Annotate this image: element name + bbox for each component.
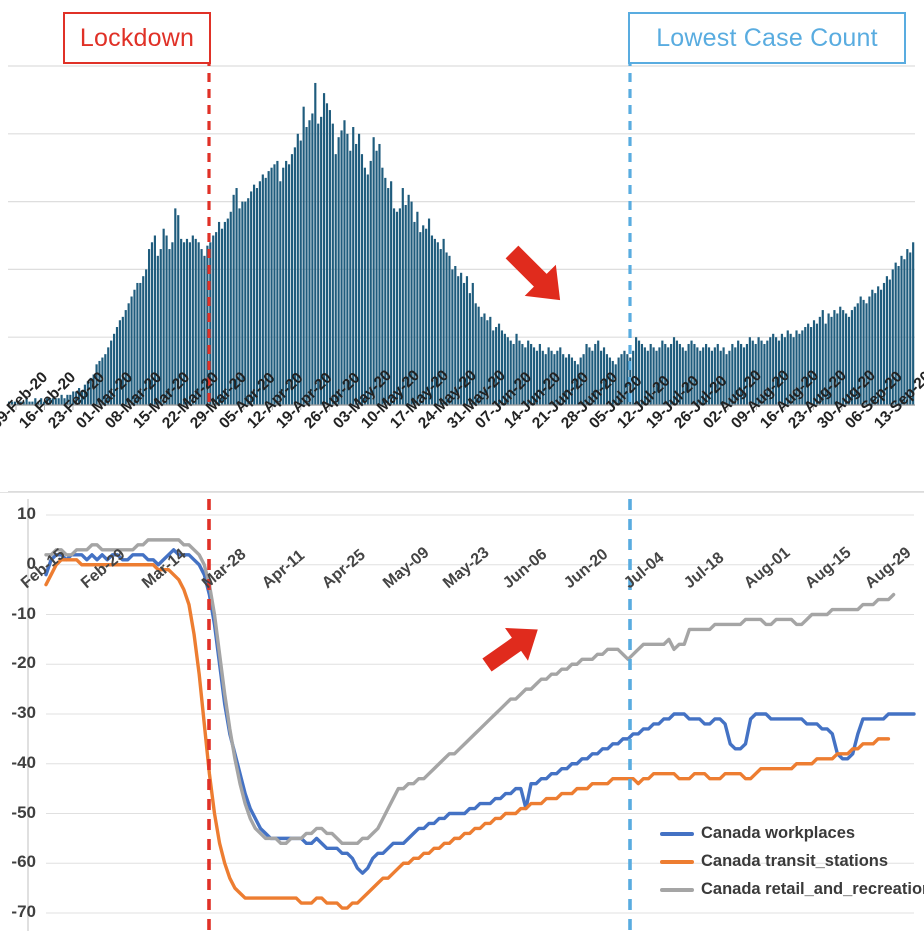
bar: [325, 103, 329, 405]
x-axis-label: May-23: [439, 543, 493, 592]
bar: [293, 147, 296, 406]
x-axis-label: Aug-29: [861, 543, 915, 592]
legend-color-swatch: [660, 887, 694, 892]
legend-color-swatch: [660, 859, 694, 864]
bar: [279, 181, 282, 405]
bar: [392, 208, 396, 405]
x-axis-label: Feb-15: [18, 545, 69, 592]
arrow-shape: [505, 245, 561, 301]
bar: [375, 150, 378, 405]
bar: [401, 188, 404, 405]
bar: [352, 127, 355, 406]
callout-lowest-case-count-label: Lowest Case Count: [656, 23, 878, 52]
bar: [255, 188, 259, 405]
decline-arrow-icon: [505, 245, 561, 301]
x-axis-label: Jun-06: [500, 545, 551, 592]
bar: [378, 143, 381, 405]
bar: [223, 221, 226, 405]
bar: [372, 137, 375, 405]
bar: [320, 116, 323, 405]
x-axis-label: May-09: [379, 543, 433, 592]
x-axis-label: Feb-29: [78, 545, 129, 592]
legend-label: Canada transit_stations: [701, 852, 889, 870]
bar: [290, 154, 294, 405]
bar: [282, 167, 285, 405]
x-axis-label: Apr-11: [259, 546, 309, 592]
x-axis-label: Jul-04: [620, 549, 668, 592]
bar: [285, 160, 288, 405]
bar: [340, 130, 343, 405]
bar: [270, 167, 273, 405]
bar: [366, 174, 369, 405]
x-axis-label: Mar-14: [138, 545, 189, 592]
bar: [299, 140, 302, 405]
daily-cases-bars: [8, 82, 915, 406]
bar: [287, 164, 291, 405]
bar: [317, 123, 320, 405]
bar: [369, 160, 372, 405]
bar: [311, 113, 314, 406]
bar: [343, 120, 346, 406]
bar: [308, 120, 311, 406]
bar: [247, 198, 250, 405]
bar: [273, 164, 276, 405]
x-axis-label: Jun-20: [560, 545, 611, 592]
bar: [331, 123, 334, 405]
callout-lockdown-label: Lockdown: [79, 23, 195, 52]
bar: [363, 167, 366, 405]
bar: [220, 228, 224, 405]
bar: [305, 127, 308, 406]
bar: [194, 238, 197, 405]
legend-color-swatch: [660, 831, 694, 836]
bar: [314, 82, 317, 405]
legend-item[interactable]: Canada retail_and_recreation: [660, 880, 924, 899]
bar: [252, 184, 256, 405]
x-axis-label: Jul-18: [681, 549, 728, 592]
legend-label: Canada retail_and_recreation: [701, 880, 924, 898]
bar: [360, 154, 364, 405]
legend-item[interactable]: Canada transit_stations: [660, 852, 924, 871]
bar: [395, 211, 399, 405]
bar: [357, 133, 361, 406]
bar: [349, 150, 352, 405]
x-axis-label: Mar-28: [198, 545, 250, 592]
bar: [322, 93, 326, 406]
mobility-legend: Canada workplaces Canada transit_stations…: [660, 824, 924, 899]
bar: [250, 191, 253, 405]
bar: [258, 181, 261, 405]
x-axis-label: Aug-01: [741, 543, 794, 592]
callout-lockdown: Lockdown: [63, 12, 211, 64]
bar: [276, 160, 279, 405]
legend-label: Canada workplaces: [701, 824, 856, 842]
bar: [261, 174, 264, 405]
callout-lowest-case-count: Lowest Case Count: [628, 12, 906, 64]
screenshot-root: 09-Feb-20 16-Feb-20 23-Feb-20 01-Mar-20 08-M…: [0, 0, 924, 934]
bar: [302, 106, 305, 406]
daily-cases-x-axis-labels: 09-Feb-20 16-Feb-20 23-Feb-20 01-Mar-20 08-M…: [0, 367, 924, 492]
x-axis-label: Apr-25: [319, 546, 370, 592]
x-axis-label: Aug-15: [801, 543, 855, 592]
bar: [346, 133, 349, 406]
bar: [355, 143, 358, 405]
daily-cases-chart: 09-Feb-20 16-Feb-20 23-Feb-20 01-Mar-20 08-M…: [0, 0, 924, 492]
bar: [334, 154, 337, 405]
legend-item[interactable]: Canada workplaces: [660, 824, 924, 843]
bar: [337, 137, 340, 405]
bar: [296, 133, 299, 406]
bar: [390, 181, 393, 405]
bar: [328, 110, 331, 405]
bar: [165, 235, 168, 405]
